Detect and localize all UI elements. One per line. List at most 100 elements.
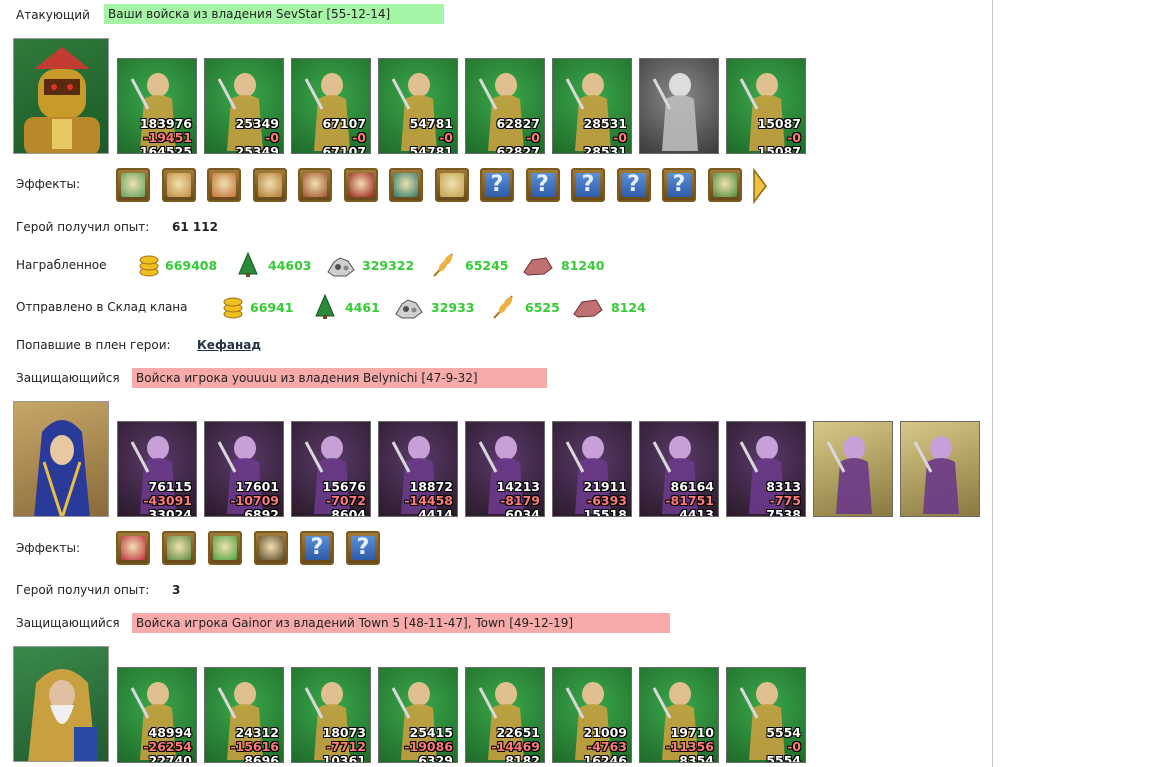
unknown-icon[interactable] — [571, 168, 605, 202]
sack-icon[interactable] — [252, 168, 287, 202]
unknown-icon[interactable] — [525, 168, 560, 202]
unit-card[interactable] — [900, 421, 980, 517]
grain-icon — [430, 252, 456, 281]
effect-image — [530, 172, 555, 197]
stone-icon — [572, 294, 604, 323]
unit-remaining: 6892 — [244, 507, 279, 517]
unit-lost: -775 — [769, 493, 801, 508]
hooded-shadow-icon — [652, 73, 698, 151]
unit-card[interactable]: 183976 -19451 164525 — [117, 58, 197, 154]
effect-image — [394, 173, 418, 197]
unit-card[interactable]: 62827 -0 62827 — [465, 58, 545, 154]
unit-count: 86164 — [670, 479, 715, 494]
defender1-exp-value: 3 — [172, 583, 181, 597]
resource-value: 44603 — [268, 258, 312, 273]
unit-count: 18872 — [409, 479, 454, 494]
effect-image — [351, 535, 375, 560]
resource-value: 6525 — [525, 300, 560, 315]
resource-value: 329322 — [362, 258, 415, 273]
heart-icon[interactable] — [116, 531, 150, 565]
grain-icon — [493, 295, 513, 319]
unit-card[interactable]: 86164 -81751 4413 — [639, 421, 719, 517]
unknown-icon[interactable] — [346, 531, 380, 565]
scroll-icon[interactable] — [434, 168, 469, 202]
unit-card[interactable]: 22651 -14469 8182 — [465, 667, 545, 763]
sword-icon[interactable] — [116, 168, 150, 202]
blue-priestess-icon — [34, 420, 90, 516]
unit-card[interactable]: 8313 -775 7538 — [726, 421, 806, 517]
effect-image — [485, 172, 509, 197]
orange-shield-icon[interactable] — [707, 168, 742, 202]
wood-icon — [238, 251, 258, 277]
stone-icon — [523, 257, 553, 276]
unknown-icon[interactable] — [480, 168, 514, 202]
unit-card[interactable]: 25415 -19086 6329 — [378, 667, 458, 763]
resource-value: 66941 — [250, 300, 294, 315]
dice-icon[interactable] — [343, 168, 378, 202]
unit-card[interactable] — [639, 58, 719, 154]
hand-icon[interactable] — [207, 168, 241, 202]
wood-icon — [315, 293, 335, 319]
unit-remaining: 4414 — [418, 507, 453, 517]
resource-value: 8124 — [611, 300, 646, 315]
unit-card[interactable]: 21911 -6393 15518 — [552, 421, 632, 517]
unit-card[interactable]: 48994 -26254 22740 — [117, 667, 197, 763]
attacker-hero-portrait[interactable] — [13, 38, 109, 154]
gold-icon — [139, 255, 159, 277]
clan-storage-label: Отправлено в Склад клана — [16, 300, 188, 314]
unit-card[interactable]: 15676 -7072 8604 — [291, 421, 371, 517]
unit-card[interactable]: 18872 -14458 4414 — [378, 421, 458, 517]
potion-icon[interactable] — [208, 531, 242, 565]
shield-icon[interactable] — [389, 168, 423, 202]
captured-heroes-label: Попавшие в плен герои: — [16, 338, 171, 352]
unit-card[interactable]: 25349 -0 25349 — [204, 58, 284, 154]
effect-image — [348, 173, 373, 197]
unit-remaining: 8354 — [679, 753, 714, 763]
unknown-icon[interactable] — [300, 531, 334, 565]
unit-card[interactable]: 17601 -10709 6892 — [204, 421, 284, 517]
heart-gift-icon[interactable] — [162, 531, 196, 565]
captured-hero-link[interactable]: Кефанад — [197, 338, 261, 352]
unit-card[interactable]: 18073 -7712 10361 — [291, 667, 371, 763]
unit-card[interactable]: 24312 -15616 8696 — [204, 667, 284, 763]
unit-card[interactable]: 28531 -0 28531 — [552, 58, 632, 154]
unit-lost: -10709 — [230, 493, 279, 508]
unit-card[interactable]: 76115 -43091 33024 — [117, 421, 197, 517]
unit-remaining: 33024 — [148, 507, 193, 517]
unit-count: 15676 — [322, 479, 367, 494]
defender2-hero-portrait[interactable] — [13, 646, 109, 762]
unit-card[interactable]: 19710 -11356 8354 — [639, 667, 719, 763]
defender1-effects-label: Эффекты: — [16, 541, 81, 555]
totem-icon[interactable] — [254, 531, 288, 565]
fortress-icon[interactable] — [298, 168, 332, 202]
unit-card[interactable]: 54781 -0 54781 — [378, 58, 458, 154]
unit-count: 67107 — [322, 116, 367, 131]
unit-count: 8313 — [766, 479, 801, 494]
attacker-label: Атакующий — [16, 8, 90, 22]
unit-count: 14213 — [496, 479, 541, 494]
unit-card[interactable]: 5554 -0 5554 — [726, 667, 806, 763]
unit-card[interactable]: 14213 -8179 6034 — [465, 421, 545, 517]
unit-card[interactable]: 15087 -0 15087 — [726, 58, 806, 154]
effects-scroll-right-arrow[interactable] — [752, 167, 768, 205]
unit-card[interactable]: 21009 -4763 16246 — [552, 667, 632, 763]
purple-orb-machine-icon — [913, 436, 959, 514]
unknown-icon[interactable] — [662, 168, 696, 202]
unit-count: 28531 — [583, 116, 628, 131]
effect-image — [621, 172, 646, 197]
unit-count: 25415 — [409, 725, 454, 740]
unit-remaining: 62827 — [496, 144, 541, 154]
unit-card[interactable]: 67107 -0 67107 — [291, 58, 371, 154]
effect-image — [576, 172, 600, 197]
unit-card[interactable] — [813, 421, 893, 517]
effect-image — [439, 173, 464, 197]
handshake-icon[interactable] — [161, 168, 196, 202]
unknown-icon[interactable] — [616, 168, 651, 202]
defender2-label: Защищающийся — [16, 616, 120, 630]
grain-icon — [433, 253, 453, 277]
unit-lost: -14469 — [491, 739, 540, 754]
defender1-hero-portrait[interactable] — [13, 401, 109, 517]
effect-image — [121, 173, 145, 197]
ore-icon — [327, 257, 355, 277]
effect-image — [212, 173, 236, 197]
